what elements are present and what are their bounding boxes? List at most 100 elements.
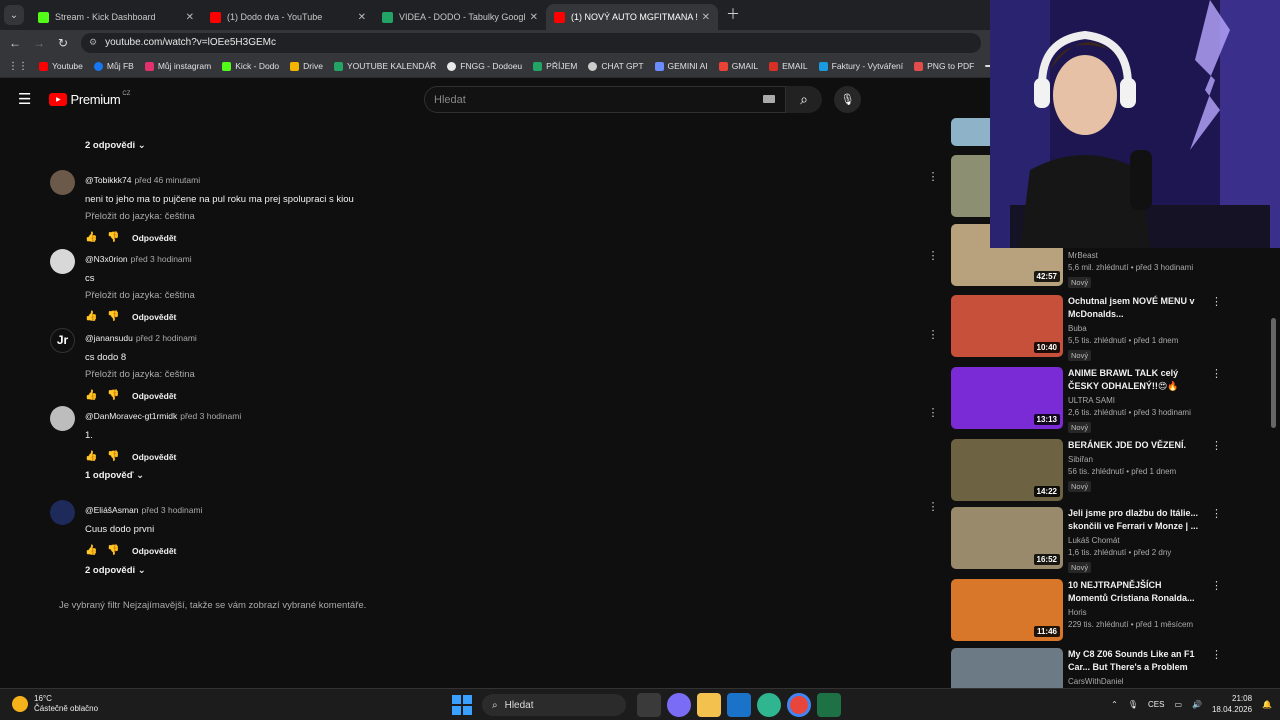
recommended-video[interactable]: 10:40 Ochutnal jsem NOVÉ MENU v McDonald…	[951, 295, 1222, 361]
bookmark-gmail[interactable]: GMAIL	[718, 61, 758, 71]
video-title[interactable]: My C8 Z06 Sounds Like an F1 Car... But T…	[1068, 648, 1203, 674]
bookmark-png-pdf[interactable]: PNG to PDF	[914, 61, 974, 71]
avatar[interactable]: Jr	[50, 328, 75, 353]
back-icon[interactable]: ←	[3, 36, 27, 50]
network-icon[interactable]: ▭	[1174, 700, 1182, 709]
bookmark-youtube[interactable]: Youtube	[39, 61, 83, 71]
dislike-icon[interactable]: 👎	[107, 311, 129, 322]
avatar[interactable]	[50, 170, 75, 195]
video-title[interactable]: Jeli jsme pro dlažbu do Itálie... skonči…	[1068, 507, 1203, 533]
translate-link[interactable]: Přeložit do jazyka: čeština	[85, 369, 885, 380]
search-input[interactable]: Hledat	[424, 86, 786, 113]
microphone-icon[interactable]: 🎙	[1128, 700, 1138, 709]
bookmark-email[interactable]: EMAIL	[769, 61, 808, 71]
comment-time[interactable]: před 3 hodinami	[180, 411, 241, 421]
avatar[interactable]	[50, 500, 75, 525]
more-options-icon[interactable]: ⋮	[1211, 579, 1222, 592]
task-view-icon[interactable]	[637, 693, 661, 717]
file-explorer-icon[interactable]	[697, 693, 721, 717]
new-tab-button[interactable]: ＋	[726, 4, 740, 24]
search-button[interactable]: ⌕	[786, 86, 822, 113]
browser-tab[interactable]: VIDEA - DODO - Tabulky Googl ✕	[374, 4, 546, 30]
taskbar-search[interactable]: ⌕ Hledat	[482, 694, 626, 716]
video-title[interactable]: ANIME BRAWL TALK celý ČESKY ODHALENÝ!!😍🔥	[1068, 367, 1203, 393]
chevron-up-icon[interactable]: ⌃	[1111, 700, 1118, 709]
more-options-icon[interactable]: ⋮	[1211, 367, 1222, 380]
more-options-icon[interactable]: ⋮	[1211, 295, 1222, 308]
dislike-icon[interactable]: 👎	[107, 390, 129, 401]
dislike-icon[interactable]: 👎	[107, 545, 129, 556]
more-options-icon[interactable]: ⋮	[926, 406, 940, 419]
browser-tab[interactable]: (1) Dodo dva - YouTube ✕	[202, 4, 374, 30]
video-channel[interactable]: Horis	[1068, 608, 1203, 617]
video-channel[interactable]: CarsWithDaniel	[1068, 677, 1203, 686]
video-thumbnail[interactable]	[951, 648, 1063, 688]
excel-icon[interactable]	[817, 693, 841, 717]
language-indicator[interactable]: CES	[1148, 700, 1164, 709]
more-options-icon[interactable]: ⋮	[926, 328, 940, 341]
dislike-icon[interactable]: 👎	[107, 451, 129, 462]
reply-button[interactable]: Odpovědět	[132, 546, 176, 556]
browser-tab[interactable]: Stream - Kick Dashboard ✕	[30, 4, 202, 30]
close-icon[interactable]: ✕	[702, 12, 710, 23]
reply-button[interactable]: Odpovědět	[132, 312, 176, 322]
translate-link[interactable]: Přeložit do jazyka: čeština	[85, 211, 885, 222]
keyboard-icon[interactable]	[763, 95, 775, 103]
bookmark-kick[interactable]: Kick - Dodo	[222, 61, 279, 71]
video-thumbnail[interactable]: 16:52	[951, 507, 1063, 569]
comment-author[interactable]: @DanMoravec-gt1rmidk	[85, 411, 177, 421]
bookmark-drive[interactable]: Drive	[290, 61, 323, 71]
recommended-video[interactable]: 14:22 BERÁNEK JDE DO VĚZENÍ. Sibiřan 56 ti…	[951, 439, 1222, 503]
video-thumbnail[interactable]: 13:13	[951, 367, 1063, 429]
comment-author[interactable]: @janansudu	[85, 333, 133, 343]
more-options-icon[interactable]: ⋮	[926, 170, 940, 183]
recommended-video[interactable]: 11:46 10 NEJTRAPNĚJŠÍCH Momentů Cristian…	[951, 579, 1222, 643]
dislike-icon[interactable]: 👎	[107, 232, 129, 243]
video-title[interactable]: 10 NEJTRAPNĚJŠÍCH Momentů Cristiana Rona…	[1068, 579, 1203, 605]
more-options-icon[interactable]: ⋮	[1211, 507, 1222, 520]
volume-icon[interactable]: 🔊	[1192, 700, 1202, 709]
edge-icon[interactable]	[757, 693, 781, 717]
avatar[interactable]	[50, 406, 75, 431]
video-title[interactable]: BERÁNEK JDE DO VĚZENÍ.	[1068, 439, 1203, 452]
close-icon[interactable]: ✕	[186, 12, 194, 23]
outlook-icon[interactable]	[727, 693, 751, 717]
like-icon[interactable]: 👍	[85, 545, 107, 556]
video-channel[interactable]: Sibiřan	[1068, 455, 1203, 464]
reply-button[interactable]: Odpovědět	[132, 233, 176, 243]
video-thumbnail[interactable]: 11:46	[951, 579, 1063, 641]
windows-start-icon[interactable]	[452, 695, 472, 715]
view-replies-button[interactable]: 2 odpovědi ⌄	[85, 565, 146, 576]
video-channel[interactable]: ULTRA SAMI	[1068, 396, 1203, 405]
bookmark-prijem[interactable]: PŘÍJEM	[533, 61, 577, 71]
view-replies-button[interactable]: 2 odpovědi ⌄	[85, 140, 146, 151]
youtube-premium-logo[interactable]: ▶ Premium CZ	[49, 91, 130, 107]
weather-widget[interactable]: 16°C Částečně oblačno	[12, 694, 98, 714]
like-icon[interactable]: 👍	[85, 390, 107, 401]
comment-author[interactable]: @Tobikkk74	[85, 175, 131, 185]
close-icon[interactable]: ✕	[358, 12, 366, 23]
avatar[interactable]	[50, 249, 75, 274]
reply-button[interactable]: Odpovědět	[132, 452, 176, 462]
clock[interactable]: 21:08 18.04.2026	[1212, 693, 1252, 715]
copilot-icon[interactable]	[667, 693, 691, 717]
more-options-icon[interactable]: ⋮	[1211, 648, 1222, 661]
notification-icon[interactable]: 🔔	[1262, 700, 1272, 709]
browser-tab-active[interactable]: (1) NOVÝ AUTO MGFITMANA !! ✕	[546, 4, 718, 30]
mic-icon[interactable]: 🎙	[834, 86, 861, 113]
translate-link[interactable]: Přeložit do jazyka: čeština	[85, 290, 885, 301]
menu-icon[interactable]: ☰	[18, 90, 31, 108]
reply-button[interactable]: Odpovědět	[132, 391, 176, 401]
bookmark-fb[interactable]: Můj FB	[93, 61, 134, 71]
recommended-video[interactable]: 16:52 Jeli jsme pro dlažbu do Itálie... …	[951, 507, 1222, 573]
bookmark-yt-calendar[interactable]: YOUTUBE KALENDÁŘ	[333, 61, 436, 71]
bookmark-faktury[interactable]: Faktury - Vytváření	[818, 61, 903, 71]
chrome-icon[interactable]	[787, 693, 811, 717]
forward-icon[interactable]: →	[27, 36, 51, 50]
bookmark-instagram[interactable]: Můj instagram	[144, 61, 211, 71]
reload-icon[interactable]: ↻	[51, 36, 75, 50]
apps-icon[interactable]: ⋮⋮	[8, 61, 28, 72]
video-thumbnail[interactable]: 10:40	[951, 295, 1063, 357]
more-options-icon[interactable]: ⋮	[926, 500, 940, 513]
bookmark-chatgpt[interactable]: CHAT GPT	[588, 61, 644, 71]
